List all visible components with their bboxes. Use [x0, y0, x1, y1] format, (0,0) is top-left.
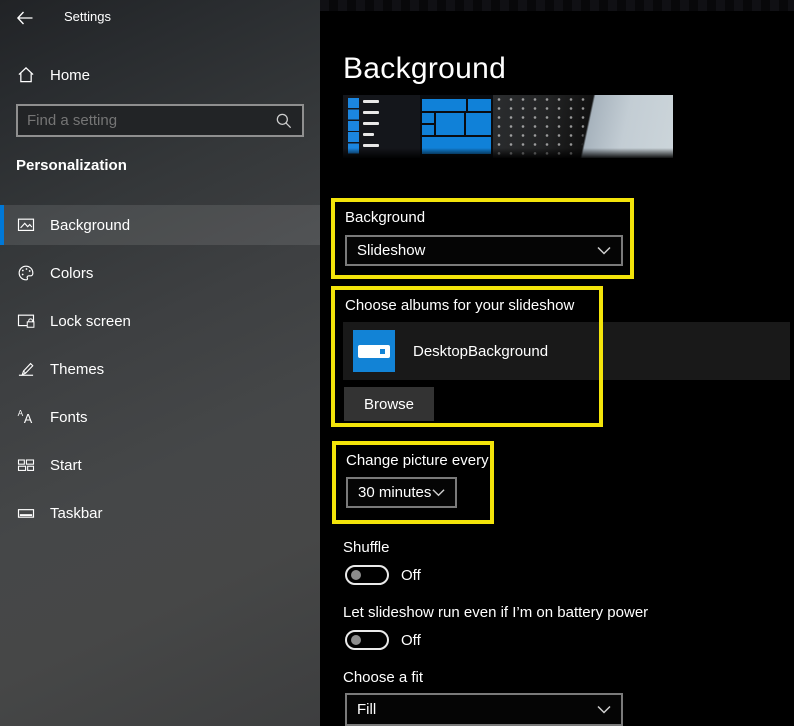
themes-icon: [16, 359, 36, 379]
sidebar-item-label: Themes: [50, 360, 105, 378]
preview-startmenu-tiles: [420, 95, 493, 158]
svg-text:A: A: [18, 408, 24, 418]
background-dropdown-value: Slideshow: [357, 242, 426, 259]
home-label: Home: [50, 66, 91, 84]
album-folder-icon: [353, 330, 395, 372]
home-icon: [16, 65, 36, 85]
change-picture-label: Change picture every: [346, 452, 489, 469]
change-picture-value: 30 minutes: [358, 484, 432, 501]
search-box: [16, 104, 304, 137]
selected-accent-bar: [0, 205, 4, 245]
browse-button[interactable]: Browse: [344, 387, 434, 421]
sidebar-nav: Background Colors Lock screen Themes A A…: [0, 205, 320, 541]
chevron-down-icon: [432, 488, 445, 497]
fit-dropdown-value: Fill: [357, 701, 377, 718]
sidebar-item-label: Colors: [50, 264, 94, 282]
browse-button-label: Browse: [363, 395, 415, 413]
albums-section-label: Choose albums for your slideshow: [345, 297, 575, 314]
battery-label: Let slideshow run even if I’m on battery…: [343, 604, 649, 621]
background-dropdown-label: Background: [345, 209, 426, 226]
shuffle-toggle[interactable]: [345, 565, 389, 585]
sidebar: Settings Home Personalization Background: [0, 0, 320, 726]
main-content: Background DesktopBackground Background …: [320, 0, 794, 726]
settings-window: Settings Home Personalization Background: [0, 0, 794, 726]
sidebar-item-label: Taskbar: [50, 504, 103, 522]
shuffle-label: Shuffle: [343, 539, 390, 556]
preview-startmenu-list: [343, 95, 420, 158]
back-button[interactable]: [12, 6, 38, 30]
palette-icon: [16, 263, 36, 283]
page-title: Background: [343, 52, 507, 85]
start-tiles-icon: [16, 455, 36, 475]
taskbar-icon: [16, 503, 36, 523]
background-preview-image: [343, 95, 673, 158]
chevron-down-icon: [597, 705, 611, 714]
sidebar-item-themes[interactable]: Themes: [0, 349, 320, 389]
toggle-knob: [351, 570, 361, 580]
search-icon[interactable]: [274, 111, 294, 131]
sidebar-item-start[interactable]: Start: [0, 445, 320, 485]
battery-toggle-state: Off: [401, 632, 421, 649]
sidebar-item-label: Start: [50, 456, 82, 474]
sidebar-item-label: Fonts: [50, 408, 88, 426]
picture-icon: [16, 215, 36, 235]
sidebar-item-label: Background: [50, 216, 131, 234]
svg-text:A: A: [24, 412, 33, 426]
sidebar-item-background[interactable]: Background: [0, 205, 320, 245]
sidebar-item-label: Lock screen: [50, 312, 131, 330]
chevron-down-icon: [597, 246, 611, 255]
sidebar-item-taskbar[interactable]: Taskbar: [0, 493, 320, 533]
sidebar-item-home[interactable]: Home: [0, 56, 320, 94]
lock-screen-icon: [16, 311, 36, 331]
search-input[interactable]: [18, 112, 274, 129]
shuffle-toggle-state: Off: [401, 567, 421, 584]
background-dropdown[interactable]: Slideshow: [345, 235, 623, 266]
fit-dropdown-label: Choose a fit: [343, 669, 424, 686]
fonts-icon: AA: [16, 407, 36, 427]
toggle-knob: [351, 635, 361, 645]
section-header-personalization: Personalization: [16, 157, 127, 174]
top-texture-strip: [320, 0, 794, 11]
sidebar-item-lock-screen[interactable]: Lock screen: [0, 301, 320, 341]
sidebar-item-fonts[interactable]: AA Fonts: [0, 397, 320, 437]
fit-dropdown[interactable]: Fill: [345, 693, 623, 726]
preview-photo: [493, 95, 673, 158]
battery-toggle[interactable]: [345, 630, 389, 650]
album-list-item[interactable]: DesktopBackground: [343, 322, 790, 380]
back-arrow-icon: [16, 10, 34, 26]
sidebar-item-colors[interactable]: Colors: [0, 253, 320, 293]
album-name: DesktopBackground: [413, 342, 549, 360]
window-title: Settings: [64, 9, 111, 24]
change-picture-dropdown[interactable]: 30 minutes: [346, 477, 457, 508]
